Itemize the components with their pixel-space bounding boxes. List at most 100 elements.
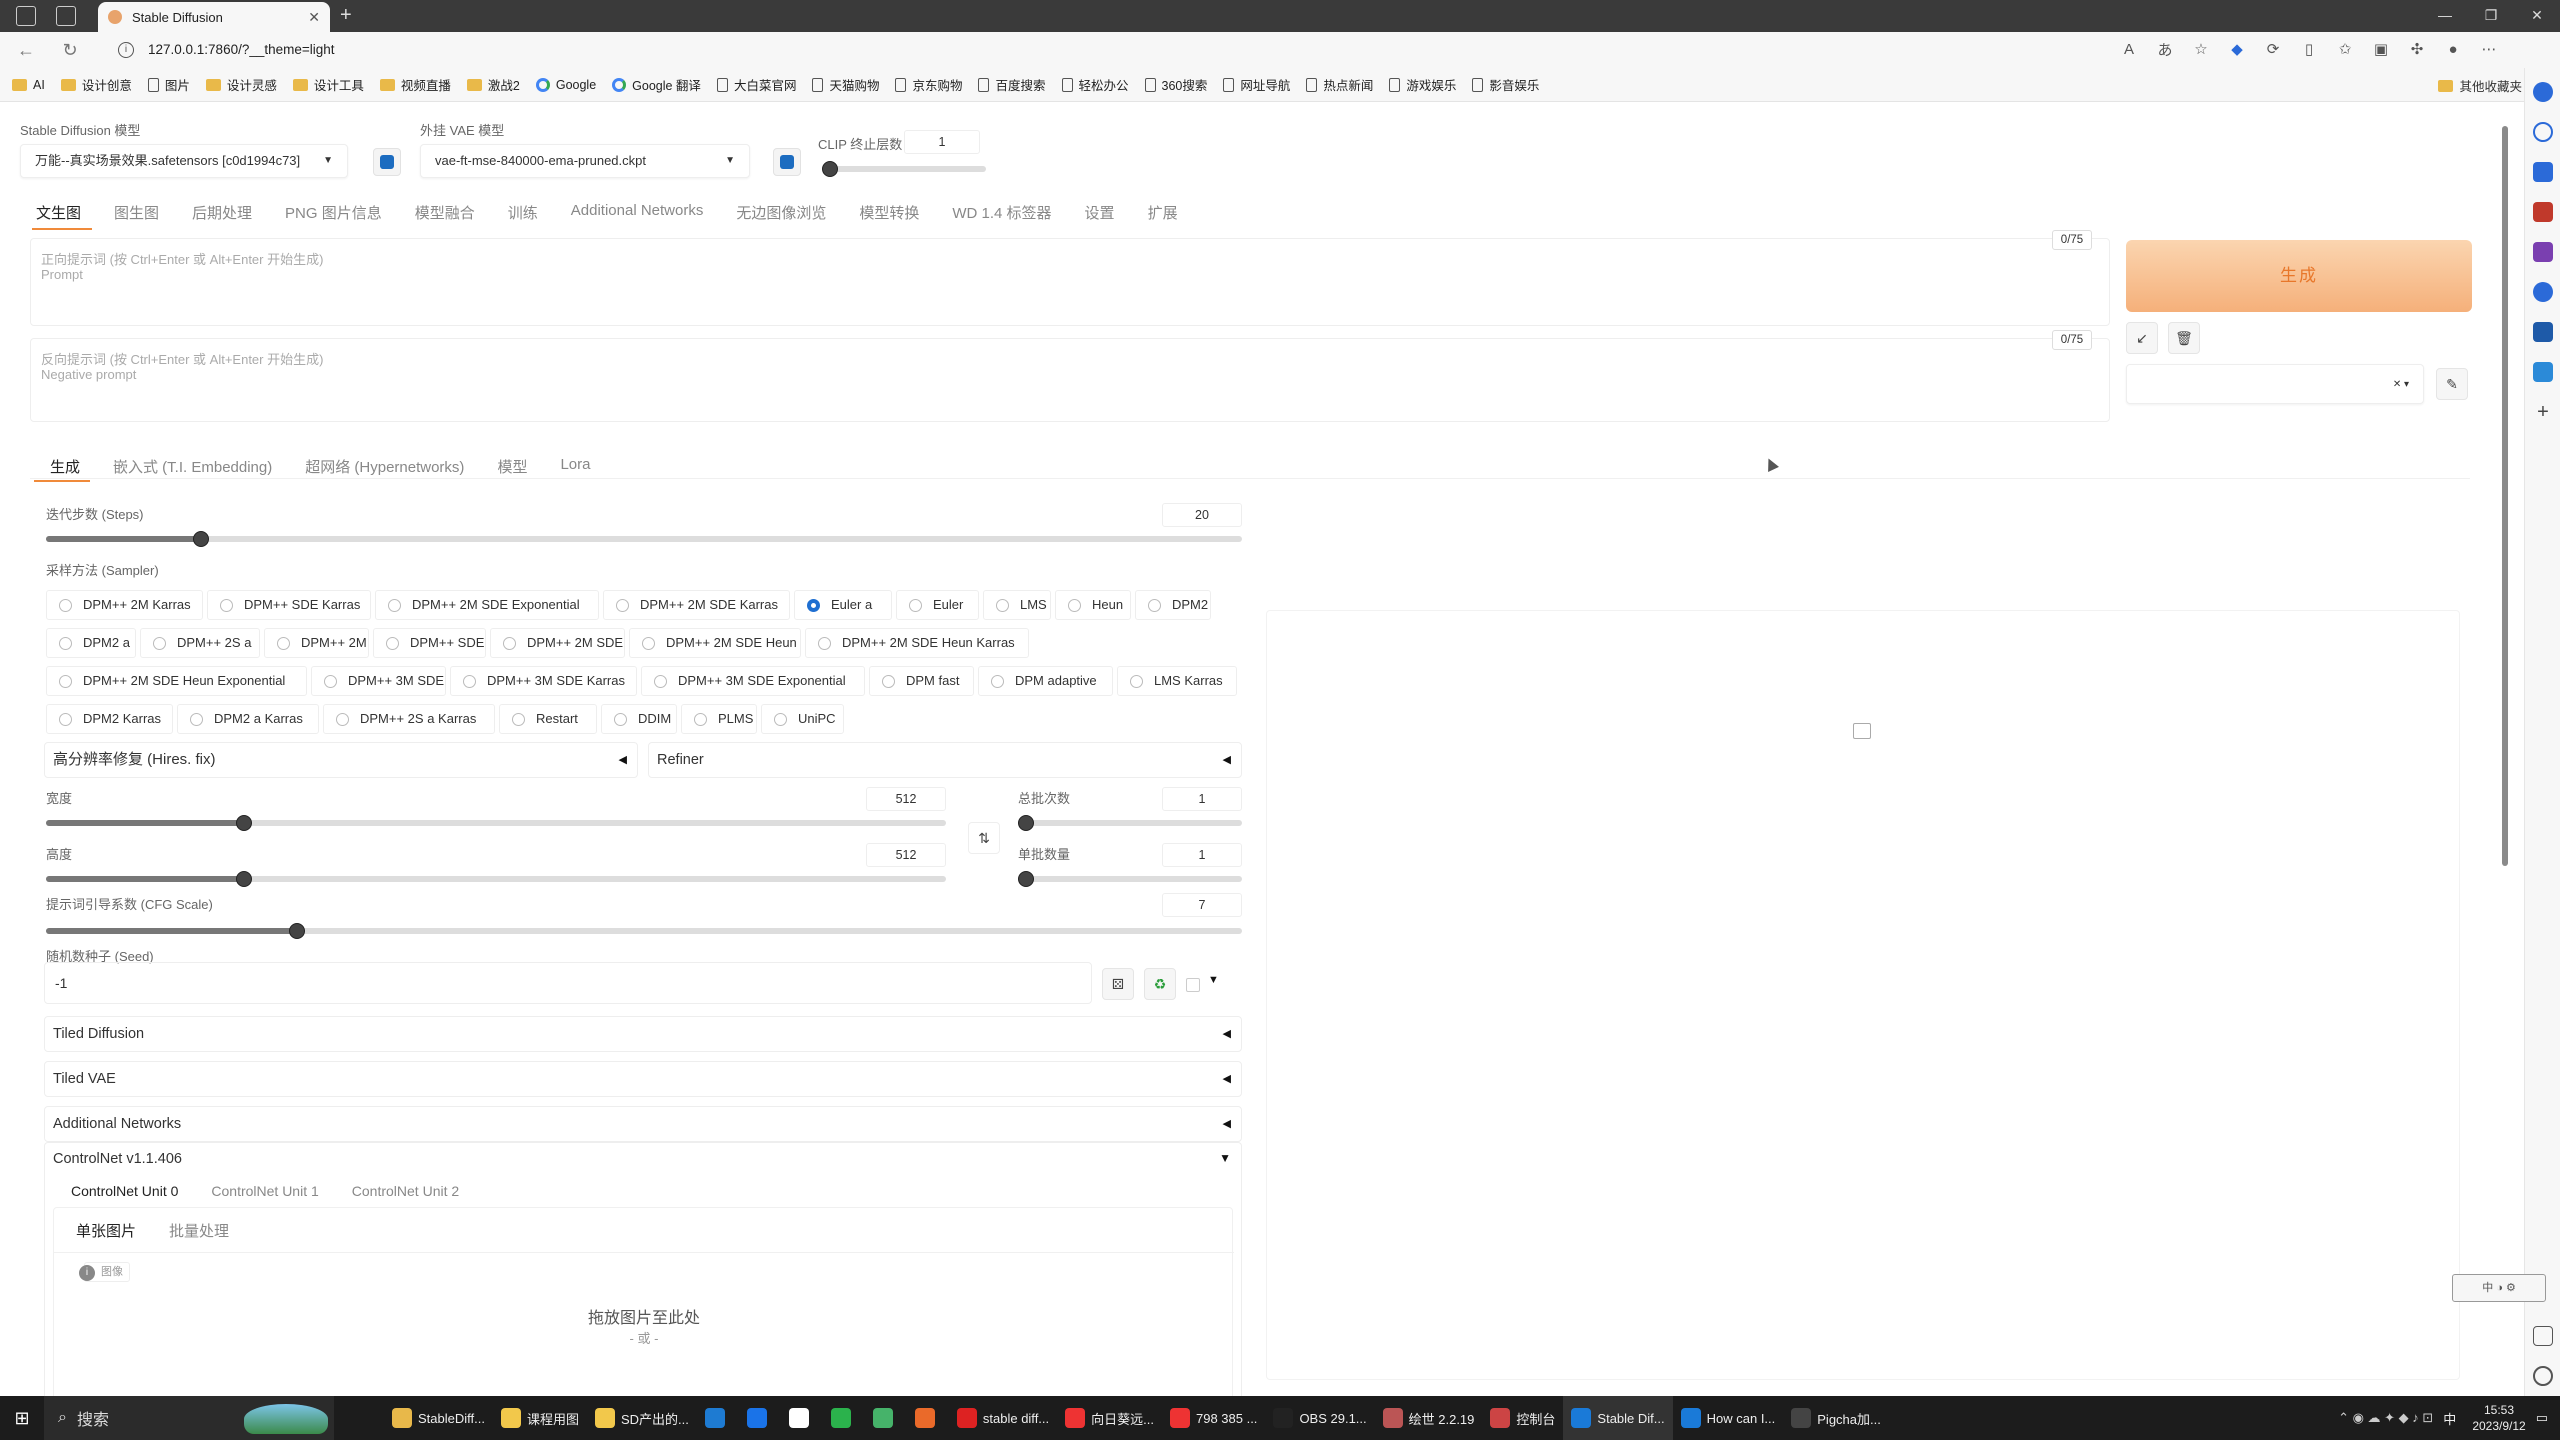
slider-handle[interactable] xyxy=(289,923,305,939)
bookmark-item[interactable]: 京东购物 xyxy=(895,75,962,94)
steps-input[interactable]: 20 xyxy=(1162,503,1242,527)
outlook-icon[interactable] xyxy=(2533,322,2553,342)
swap-dimensions-button[interactable]: ⇅ xyxy=(968,822,1000,854)
browser-tab[interactable]: Stable Diffusion ✕ xyxy=(98,2,330,32)
close-tab-icon[interactable]: ✕ xyxy=(308,9,320,26)
vae-select[interactable]: vae-ft-mse-840000-ema-pruned.ckpt ▼ xyxy=(420,144,750,178)
slider-handle[interactable] xyxy=(1018,815,1034,831)
bookmark-item[interactable]: 视频直播 xyxy=(379,75,451,94)
sampler-option[interactable]: DPM++ 3M SDE Karras xyxy=(450,666,637,696)
other-bookmarks[interactable]: 其他收藏夹 xyxy=(2438,76,2522,95)
start-button-icon[interactable]: ⊞ xyxy=(0,1408,44,1429)
bookmark-item[interactable]: 百度搜索 xyxy=(978,75,1046,94)
taskbar-app[interactable]: 798 385 ... xyxy=(1162,1396,1265,1440)
sampler-option[interactable]: DPM++ 2S a xyxy=(140,628,260,658)
sampler-option[interactable]: DPM++ 2M SDE Karras xyxy=(603,590,790,620)
refresh-ext-icon[interactable]: ⟳ xyxy=(2262,38,2284,60)
tray-icons[interactable]: ⌃ ◉ ☁ ✦ ◆ ♪ ⊡ xyxy=(2338,1410,2433,1426)
bookmark-item[interactable]: 天猫购物 xyxy=(812,75,879,94)
bookmark-item[interactable]: 图片 xyxy=(147,75,190,94)
sampler-option[interactable]: DPM adaptive xyxy=(978,666,1113,696)
tab-sub[interactable]: 超网络 (Hypernetworks) xyxy=(305,456,464,477)
tab-main[interactable]: 设置 xyxy=(1085,202,1115,223)
new-tab-icon[interactable]: + xyxy=(340,4,352,27)
tab-main[interactable]: 无边图像浏览 xyxy=(736,202,826,223)
tab-main[interactable]: WD 1.4 标签器 xyxy=(952,202,1051,223)
bookmark-item[interactable]: AI xyxy=(12,78,45,92)
tab-controlnet-unit[interactable]: ControlNet Unit 1 xyxy=(211,1183,318,1199)
notification-icon[interactable] xyxy=(2533,82,2553,102)
site-info-icon[interactable]: i xyxy=(118,42,134,58)
sampler-option[interactable]: DPM++ 2S a Karras xyxy=(323,704,495,734)
extensions-icon[interactable]: ✣ xyxy=(2406,38,2428,60)
ime-floating-toolbar[interactable]: 中 ◑ ⚙ xyxy=(2452,1274,2546,1302)
random-seed-button[interactable]: ⚄ xyxy=(1102,968,1134,1000)
maximize-icon[interactable]: ❐ xyxy=(2468,0,2514,32)
slider-handle[interactable] xyxy=(1018,871,1034,887)
clip-slider[interactable] xyxy=(822,161,986,177)
slider-handle[interactable] xyxy=(193,531,209,547)
refresh-model-button[interactable] xyxy=(373,148,401,176)
generate-button[interactable]: 生成 xyxy=(2126,240,2472,312)
taskbar-app[interactable]: StableDiff... xyxy=(384,1396,493,1440)
ime-indicator[interactable]: 中 xyxy=(2443,1409,2456,1428)
collections-icon[interactable]: ▣ xyxy=(2370,38,2392,60)
tab-main[interactable]: 扩展 xyxy=(1148,202,1178,223)
profile-avatar-icon[interactable]: ● xyxy=(2442,38,2464,60)
taskbar-app[interactable]: Pigcha加... xyxy=(1783,1396,1889,1440)
sampler-option[interactable]: DPM++ 3M SDE Exponential xyxy=(641,666,865,696)
tab-controlnet-mode[interactable]: 单张图片 xyxy=(76,1220,136,1241)
positive-prompt-field[interactable]: 正向提示词 (按 Ctrl+Enter 或 Alt+Enter 开始生成) Pr… xyxy=(30,238,2110,326)
wechat-icon[interactable] xyxy=(823,1396,865,1440)
bookmark-item[interactable]: Google xyxy=(535,77,596,92)
extra-seed-checkbox[interactable] xyxy=(1186,978,1200,992)
workspaces-icon[interactable] xyxy=(16,6,36,26)
sampler-option[interactable]: DPM2 Karras xyxy=(46,704,173,734)
tab-main[interactable]: 模型转换 xyxy=(859,202,919,223)
slider-handle[interactable] xyxy=(236,815,252,831)
clear-prompt-button[interactable]: 🗑 xyxy=(2168,322,2200,354)
bookmark-item[interactable]: 设计创意 xyxy=(60,75,132,94)
bookmark-item[interactable]: Google 翻译 xyxy=(612,75,701,94)
taskbar-app[interactable]: stable diff... xyxy=(949,1396,1057,1440)
games-icon[interactable] xyxy=(2533,242,2553,262)
sampler-option[interactable]: DPM2 a xyxy=(46,628,136,658)
read-aloud-icon[interactable]: A xyxy=(2118,38,2140,60)
mail-icon[interactable] xyxy=(781,1396,823,1440)
shopping-icon[interactable] xyxy=(2533,162,2553,182)
drop-icon[interactable] xyxy=(2533,362,2553,382)
sampler-option[interactable]: DPM2 a Karras xyxy=(177,704,319,734)
batch-count-input[interactable]: 1 xyxy=(1162,787,1242,811)
taskbar-app[interactable]: OBS 29.1... xyxy=(1265,1396,1374,1440)
tab-main[interactable]: 训练 xyxy=(508,202,538,223)
sampler-option[interactable]: DPM++ 2M xyxy=(264,628,369,658)
taskbar-app[interactable]: 向日葵远... xyxy=(1057,1396,1162,1440)
seed-input[interactable]: -1 xyxy=(44,962,1092,1004)
width-input[interactable]: 512 xyxy=(866,787,946,811)
tools-icon[interactable] xyxy=(2533,202,2553,222)
taskbar-app[interactable]: 绘世 2.2.19 xyxy=(1375,1396,1483,1440)
clip-input[interactable]: 1 xyxy=(904,130,980,154)
sampler-option[interactable]: Restart xyxy=(499,704,597,734)
tab-controlnet-mode[interactable]: 批量处理 xyxy=(169,1220,229,1241)
extra-seed-arrow-icon[interactable]: ▼ xyxy=(1208,974,1219,986)
refresh-vae-button[interactable] xyxy=(773,148,801,176)
sampler-option[interactable]: UniPC xyxy=(761,704,844,734)
sampler-option[interactable]: DPM++ 2M SDE Heun Karras xyxy=(805,628,1029,658)
sampler-option[interactable]: DPM++ 2M Karras xyxy=(46,590,203,620)
tab-main[interactable]: Additional Networks xyxy=(571,202,704,223)
browser-icon[interactable] xyxy=(907,1396,949,1440)
drop-area-text[interactable]: 拖放图片至此处 xyxy=(54,1304,1234,1328)
sampler-option[interactable]: DPM++ 2M SDE Exponential xyxy=(375,590,599,620)
bookmark-item[interactable]: 设计工具 xyxy=(292,75,364,94)
bookmark-item[interactable]: 激战2 xyxy=(466,75,520,94)
bookmark-item[interactable]: 大白菜官网 xyxy=(716,75,796,94)
steps-slider[interactable] xyxy=(46,531,1242,547)
clock[interactable]: 15:53 2023/9/12 xyxy=(2472,1402,2525,1434)
cfg-input[interactable]: 7 xyxy=(1162,893,1242,917)
tab-main[interactable]: 后期处理 xyxy=(192,202,252,223)
add-sidebar-icon[interactable]: + xyxy=(2533,402,2553,422)
bookmark-item[interactable]: 影音娱乐 xyxy=(1472,75,1539,94)
bookmark-item[interactable]: 热点新闻 xyxy=(1306,75,1373,94)
sidebar-search-icon[interactable] xyxy=(2533,122,2553,142)
